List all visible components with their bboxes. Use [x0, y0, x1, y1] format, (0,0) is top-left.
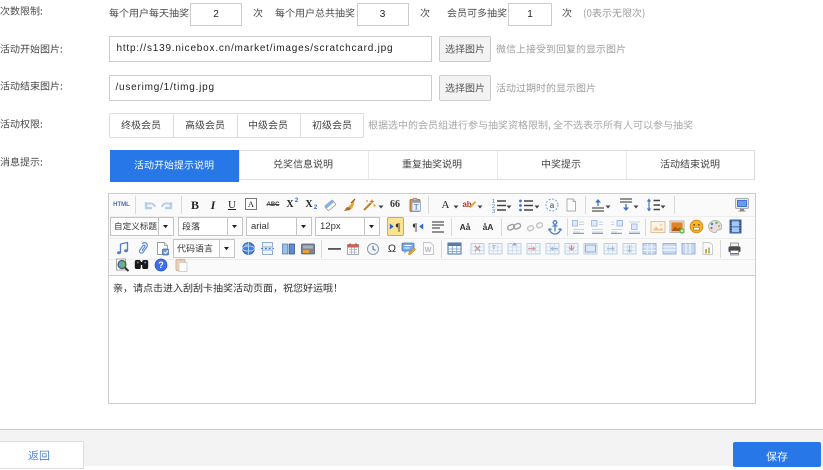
svg-text:3: 3: [492, 209, 495, 213]
svg-text:a: a: [550, 201, 555, 210]
svg-text:T: T: [414, 202, 419, 211]
svg-text:¶: ¶: [395, 223, 400, 234]
svg-text:¶: ¶: [412, 223, 417, 234]
svg-text:T: T: [492, 244, 496, 251]
svg-text:?: ?: [158, 260, 164, 270]
svg-text:W: W: [424, 247, 431, 254]
